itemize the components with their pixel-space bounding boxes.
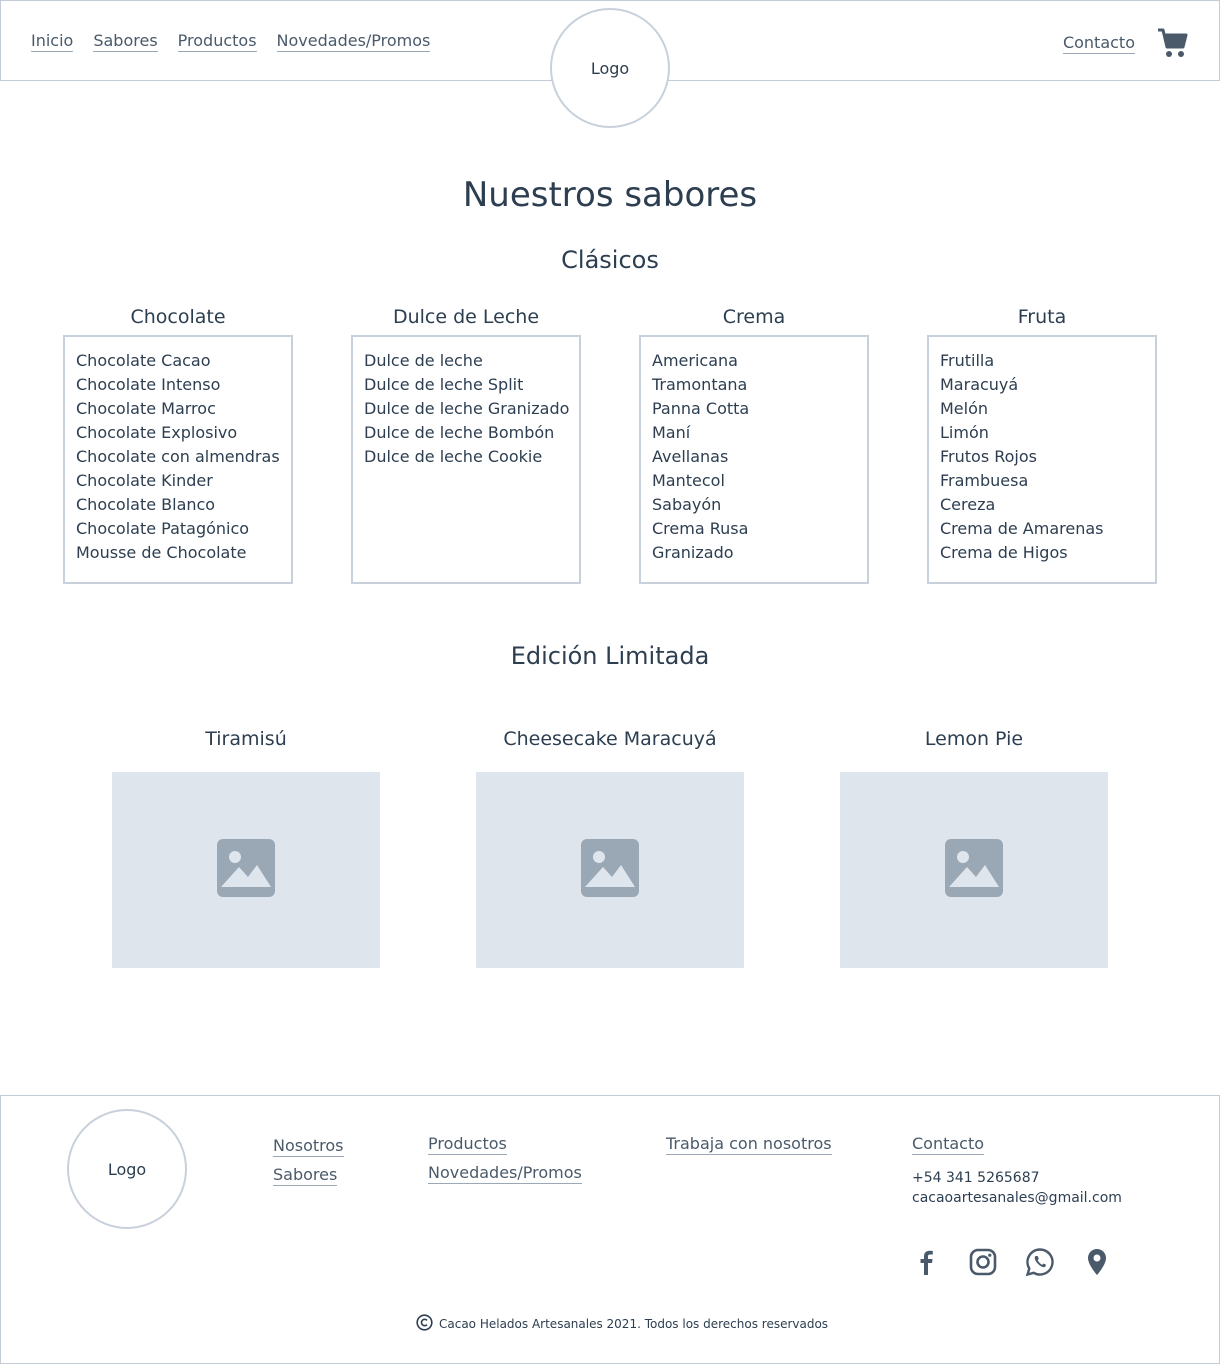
copyright: Cacao Helados Artesanales 2021. Todos lo…: [416, 1314, 828, 1334]
cart-icon[interactable]: [1157, 27, 1189, 59]
footer-links-col3: Trabaja con nosotros: [666, 1134, 832, 1155]
flavor-item: Melón: [940, 399, 989, 418]
main-nav: Inicio Sabores Productos Novedades/Promo…: [31, 31, 431, 52]
location-icon[interactable]: [1081, 1246, 1113, 1278]
contact-info: +54 341 5265687 cacaoartesanales@gmail.c…: [912, 1168, 1122, 1208]
flavor-item: Chocolate Intenso: [76, 375, 221, 394]
footer-link-productos[interactable]: Productos: [428, 1134, 507, 1155]
flavor-item: Dulce de leche Split: [364, 375, 524, 394]
facebook-icon[interactable]: [910, 1246, 942, 1278]
copyright-text: Cacao Helados Artesanales 2021. Todos lo…: [439, 1317, 829, 1331]
flavor-item: Crema Rusa: [652, 519, 749, 538]
limited-card-title: Tiramisú: [205, 728, 287, 750]
limited-card-cheesecake[interactable]: Cheesecake Maracuyá: [476, 728, 744, 968]
flavor-item: Granizado: [652, 543, 734, 562]
whatsapp-icon[interactable]: [1024, 1246, 1056, 1278]
limited-card-title: Cheesecake Maracuyá: [503, 728, 717, 750]
flavor-item: Frutos Rojos: [940, 447, 1037, 466]
flavor-list: Frutilla Maracuyá Melón Limón Frutos Roj…: [927, 335, 1157, 584]
flavor-list: Dulce de leche Dulce de leche Split Dulc…: [351, 335, 581, 584]
footer-contact-col: Contacto: [912, 1134, 985, 1155]
flavor-item: Mantecol: [652, 471, 725, 490]
flavor-item: Chocolate Explosivo: [76, 423, 238, 442]
category-dulce-de-leche: Dulce de Leche Dulce de leche Dulce de l…: [351, 306, 581, 584]
header-logo[interactable]: Logo: [550, 8, 670, 128]
category-title: Dulce de Leche: [392, 306, 540, 328]
category-title: Chocolate: [130, 306, 226, 328]
limited-card-image: [840, 772, 1108, 968]
flavor-item: Frambuesa: [940, 471, 1029, 490]
image-placeholder-icon: [581, 839, 639, 901]
flavor-item: Sabayón: [652, 495, 722, 514]
flavor-item: Dulce de leche Cookie: [364, 447, 543, 466]
nav-link-novedades[interactable]: Novedades/Promos: [276, 31, 431, 52]
nav-link-productos[interactable]: Productos: [177, 31, 257, 52]
category-chocolate: Chocolate Chocolate Cacao Chocolate Inte…: [63, 306, 293, 584]
footer-link-sabores[interactable]: Sabores: [273, 1165, 338, 1186]
contact-phone: +54 341 5265687: [912, 1170, 1040, 1186]
flavor-item: Panna Cotta: [652, 399, 750, 418]
flavor-item: Chocolate Cacao: [76, 351, 211, 370]
limited-card-title: Lemon Pie: [924, 728, 1024, 750]
category-title: Crema: [722, 306, 786, 328]
category-fruta: Fruta Frutilla Maracuyá Melón Limón Frut…: [927, 306, 1157, 584]
contact-email: cacaoartesanales@gmail.com: [912, 1190, 1122, 1206]
flavor-item: Crema de Amarenas: [940, 519, 1104, 538]
footer-link-nosotros[interactable]: Nosotros: [273, 1136, 344, 1157]
category-title: Fruta: [1017, 306, 1067, 328]
section-title-edicion-limitada: Edición Limitada: [510, 642, 710, 670]
flavor-item: Dulce de leche Bombón: [364, 423, 555, 442]
flavor-item: Chocolate Patagónico: [76, 519, 250, 538]
flavor-list: Chocolate Cacao Chocolate Intenso Chocol…: [63, 335, 293, 584]
flavor-item: Americana: [652, 351, 738, 370]
nav-link-sabores[interactable]: Sabores: [93, 31, 158, 52]
flavor-item: Tramontana: [652, 375, 748, 394]
limited-card-lemon-pie[interactable]: Lemon Pie: [840, 728, 1108, 968]
instagram-icon[interactable]: [967, 1246, 999, 1278]
copyright-icon: [416, 1314, 433, 1334]
flavor-item: Frutilla: [940, 351, 995, 370]
footer-link-contacto[interactable]: Contacto: [912, 1134, 985, 1155]
flavor-item: Maracuyá: [940, 375, 1019, 394]
flavor-item: Limón: [940, 423, 989, 442]
flavor-item: Chocolate Marroc: [76, 399, 216, 418]
nav-link-inicio[interactable]: Inicio: [31, 31, 74, 52]
social-links: [910, 1246, 1113, 1278]
flavor-item: Dulce de leche: [364, 351, 483, 370]
flavor-item: Chocolate Blanco: [76, 495, 216, 514]
limited-card-tiramisu[interactable]: Tiramisú: [112, 728, 380, 968]
limited-card-image: [112, 772, 380, 968]
flavor-item: Chocolate con almendras: [76, 447, 280, 466]
section-title-clasicos: Clásicos: [561, 246, 659, 274]
category-crema: Crema Americana Tramontana Panna Cotta M…: [639, 306, 869, 584]
limited-card-image: [476, 772, 744, 968]
site-footer: Logo Nosotros Sabores Productos Novedade…: [0, 1095, 1220, 1364]
image-placeholder-icon: [217, 839, 275, 901]
image-placeholder-icon: [945, 839, 1003, 901]
flavor-item: Chocolate Kinder: [76, 471, 213, 490]
footer-links-col2: Productos Novedades/Promos: [428, 1134, 582, 1184]
footer-logo[interactable]: Logo: [67, 1109, 187, 1229]
site-header: Inicio Sabores Productos Novedades/Promo…: [0, 0, 1220, 128]
flavor-item: Dulce de leche Granizado: [364, 399, 570, 418]
footer-link-novedades[interactable]: Novedades/Promos: [428, 1163, 582, 1184]
footer-link-trabaja[interactable]: Trabaja con nosotros: [666, 1134, 832, 1155]
flavor-list: Americana Tramontana Panna Cotta Maní Av…: [639, 335, 869, 584]
flavor-item: Maní: [652, 423, 691, 442]
flavor-item: Mousse de Chocolate: [76, 543, 247, 562]
page-title: Nuestros sabores: [462, 175, 758, 215]
nav-link-contacto[interactable]: Contacto: [1062, 33, 1135, 54]
footer-links-col1: Nosotros Sabores: [273, 1136, 344, 1186]
flavor-item: Cereza: [940, 495, 996, 514]
flavor-item: Crema de Higos: [940, 543, 1068, 562]
flavor-item: Avellanas: [652, 447, 729, 466]
